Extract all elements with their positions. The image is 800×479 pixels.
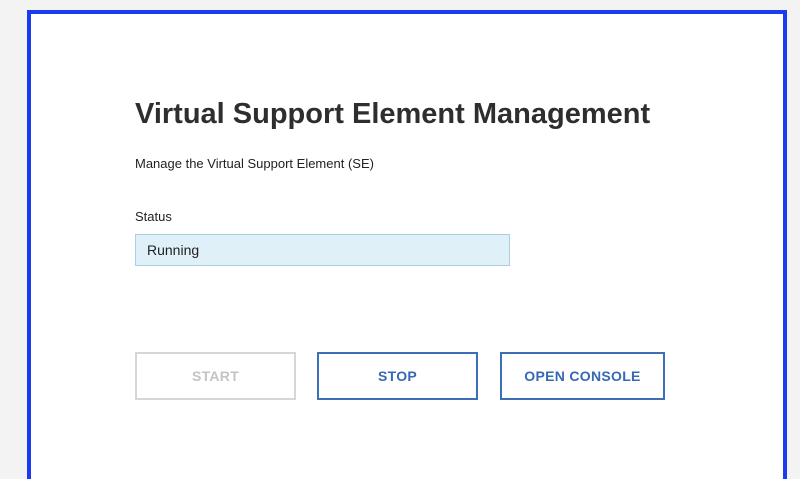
start-button: START bbox=[135, 352, 296, 400]
page: Virtual Support Element Management Manag… bbox=[0, 0, 800, 479]
open-console-button[interactable]: OPEN CONSOLE bbox=[500, 352, 665, 400]
stop-button[interactable]: STOP bbox=[317, 352, 478, 400]
vse-management-panel: Virtual Support Element Management Manag… bbox=[27, 10, 787, 479]
page-title: Virtual Support Element Management bbox=[135, 98, 651, 130]
status-field: Running bbox=[135, 234, 510, 266]
status-label: Status bbox=[135, 209, 172, 224]
status-value: Running bbox=[147, 242, 200, 258]
page-subtitle: Manage the Virtual Support Element (SE) bbox=[135, 156, 374, 171]
